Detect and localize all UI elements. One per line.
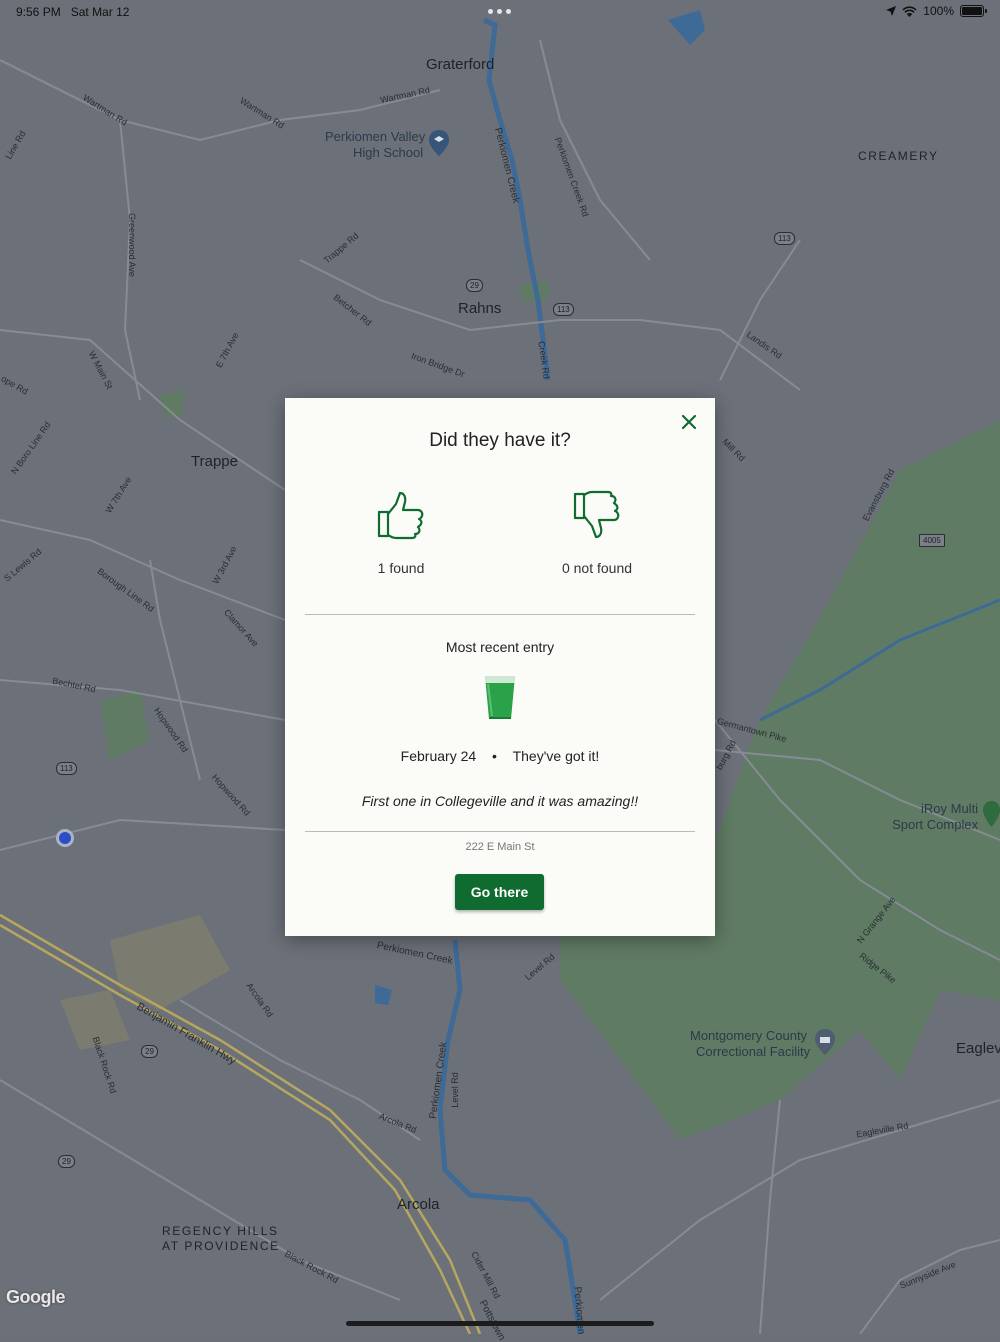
road-label: Level Rd: [449, 1072, 460, 1108]
wifi-icon: [902, 5, 917, 17]
status-date: Sat Mar 12: [70, 5, 130, 19]
poi-corr-line2: Correctional Facility: [696, 1044, 811, 1059]
route-shield: 113: [553, 303, 574, 316]
route-shield: 29: [58, 1155, 75, 1168]
not-found-count: 0 not found: [561, 560, 633, 576]
status-time: 9:56 PM: [16, 5, 61, 19]
poi-sport-line1: iRoy Multi: [921, 801, 979, 816]
map-label-arcola: Arcola: [397, 1196, 440, 1213]
not-found-vote-button[interactable]: 0 not found: [522, 490, 672, 576]
go-there-button[interactable]: Go there: [455, 874, 544, 910]
map-label-at-providence: AT PROVIDENCE: [162, 1239, 280, 1253]
route-shield: 113: [774, 232, 795, 245]
location-arrow-icon: [886, 6, 897, 16]
road-label: Greenwood Ave: [126, 213, 137, 277]
map-label-trappe: Trappe: [191, 453, 238, 470]
modal-title: Did they have it?: [429, 430, 571, 451]
report-modal: Did they have it? 1 found 0 not found Mo…: [285, 398, 715, 936]
recent-entry-heading: Most recent entry: [445, 639, 555, 655]
poi-correctional[interactable]: Montgomery County Correctional Facility: [690, 1028, 810, 1060]
route-shield: 113: [56, 762, 77, 775]
poi-school-line2: High School: [353, 145, 424, 160]
google-logo: Google: [6, 1287, 66, 1307]
poi-school-line1: Perkiomen Valley: [325, 129, 426, 144]
drink-cup-icon: [485, 676, 515, 719]
entry-summary: February 24 • They've got it!: [285, 748, 715, 764]
divider: [305, 614, 695, 615]
battery-icon: [960, 5, 987, 17]
poi-school[interactable]: Perkiomen Valley High School: [325, 129, 425, 161]
route-shield: 4005: [919, 534, 945, 547]
poi-corr-line1: Montgomery County: [690, 1028, 808, 1043]
map-label-creamery: CREAMERY: [858, 149, 939, 163]
route-shield: 29: [141, 1045, 158, 1058]
poi-sport[interactable]: iRoy Multi Sport Complex: [891, 801, 978, 833]
battery-percent: 100%: [923, 4, 954, 18]
divider: [305, 831, 695, 832]
entry-date: February 24: [400, 748, 477, 764]
entry-separator: •: [492, 748, 497, 764]
store-address: 222 E Main St: [465, 841, 535, 853]
courthouse-pin-icon[interactable]: [815, 1029, 835, 1055]
map-label-regency-hills: REGENCY HILLS: [162, 1224, 279, 1238]
home-indicator[interactable]: [346, 1321, 654, 1326]
entry-status: They've got it!: [512, 748, 600, 764]
current-location-dot: [56, 829, 74, 847]
school-pin-icon[interactable]: [429, 130, 449, 156]
status-right: 100%: [886, 4, 987, 18]
entry-comment: First one in Collegeville and it was ama…: [361, 793, 639, 809]
found-count: 1 found: [377, 560, 425, 576]
thumbs-down-icon: [573, 490, 620, 539]
map-label-eaglev: Eaglev: [956, 1040, 1000, 1057]
route-shield: 29: [466, 279, 483, 292]
sport-pin-icon[interactable]: [983, 801, 1000, 827]
map-label-graterford: Graterford: [426, 56, 495, 73]
status-time-date: 9:56 PM Sat Mar 12: [16, 5, 129, 19]
map-label-rahns: Rahns: [458, 300, 502, 317]
found-vote-button[interactable]: 1 found: [326, 490, 476, 576]
poi-sport-line2: Sport Complex: [892, 817, 979, 832]
thumbs-up-icon: [377, 491, 424, 540]
multitasking-dots-icon[interactable]: [488, 9, 511, 14]
